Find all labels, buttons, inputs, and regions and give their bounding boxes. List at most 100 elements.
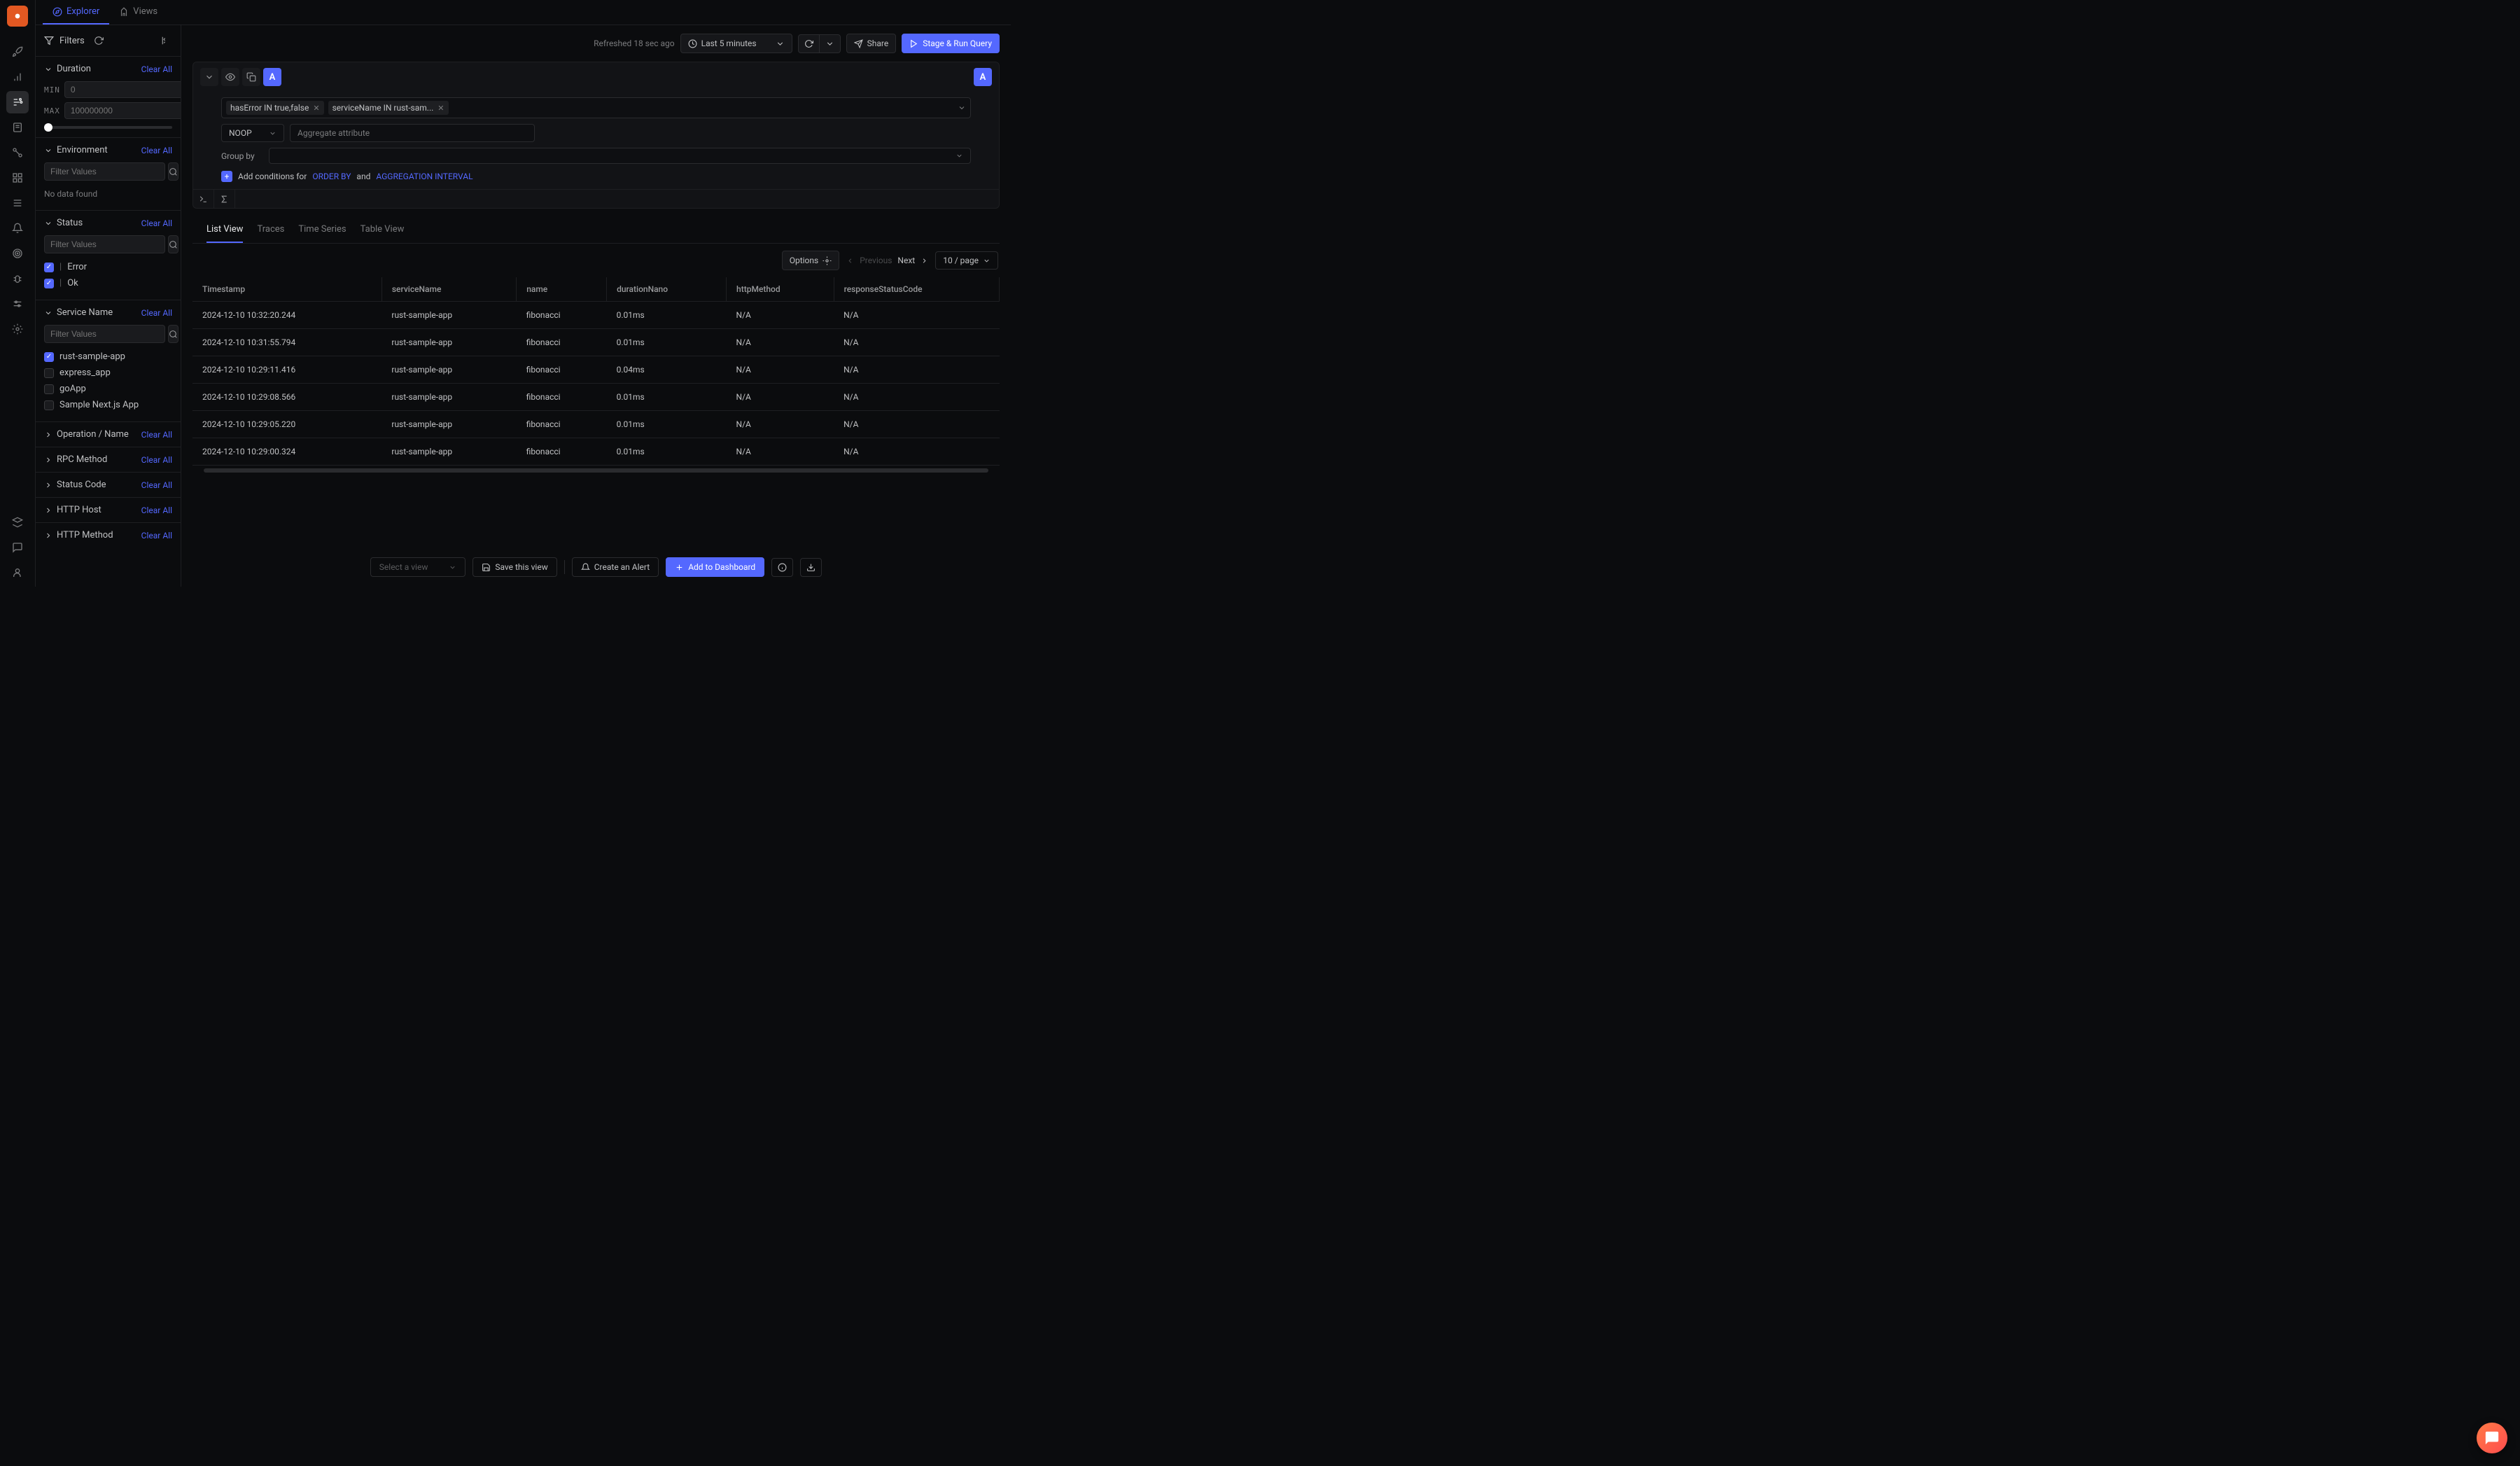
view-tab-table[interactable]: Table View (360, 224, 405, 243)
checkbox[interactable] (44, 352, 54, 362)
add-condition-button[interactable]: + (221, 171, 232, 182)
rail-traces-icon[interactable] (6, 91, 29, 113)
clear-service-name[interactable]: Clear All (141, 308, 172, 318)
rail-comment-icon[interactable] (6, 536, 29, 559)
refresh-filters-button[interactable] (90, 32, 107, 49)
clear-http-method[interactable]: Clear All (141, 531, 172, 540)
rail-logs-icon[interactable] (6, 116, 29, 139)
group-by-select[interactable] (269, 148, 971, 164)
table-row[interactable]: 2024-12-10 10:32:20.244rust-sample-appfi… (192, 302, 1000, 329)
status-search-button[interactable] (168, 235, 178, 253)
duration-slider[interactable] (44, 126, 172, 129)
create-alert-button[interactable]: Create an Alert (572, 557, 659, 577)
refresh-dropdown[interactable] (820, 34, 841, 53)
service-item[interactable]: Sample Next.js App (44, 397, 172, 413)
chevron-down-icon[interactable] (958, 104, 966, 112)
query-copy[interactable] (242, 68, 260, 86)
duration-max-input[interactable] (64, 102, 181, 119)
chip-haserror[interactable]: hasError IN true,false✕ (226, 101, 324, 115)
chevron-right-icon[interactable] (920, 257, 928, 265)
agg-interval-link[interactable]: AGGREGATION INTERVAL (376, 172, 472, 181)
view-tab-list[interactable]: List View (206, 224, 243, 243)
filter-operation-header[interactable]: Operation / Name Clear All (36, 422, 181, 447)
app-logo[interactable] (7, 6, 28, 27)
share-button[interactable]: Share (846, 34, 897, 53)
chat-fab[interactable] (2477, 1423, 2507, 1453)
next-button[interactable]: Next (897, 256, 915, 265)
prev-button[interactable]: Previous (860, 256, 892, 265)
rail-bug-icon[interactable] (6, 267, 29, 290)
service-search[interactable] (44, 325, 165, 343)
horizontal-scrollbar[interactable] (204, 468, 988, 473)
checkbox[interactable] (44, 368, 54, 378)
rail-bar-chart-icon[interactable] (6, 66, 29, 88)
clear-operation[interactable]: Clear All (141, 430, 172, 440)
filter-status-header[interactable]: Status Clear All (36, 211, 181, 235)
clear-duration[interactable]: Clear All (141, 64, 172, 74)
collapse-sidebar-button[interactable] (155, 32, 172, 49)
save-view-button[interactable]: Save this view (472, 557, 556, 577)
order-by-link[interactable]: ORDER BY (312, 172, 351, 181)
view-tab-traces[interactable]: Traces (257, 224, 284, 243)
chip-remove[interactable]: ✕ (438, 104, 444, 113)
chip-servicename[interactable]: serviceName IN rust-sam...✕ (328, 101, 449, 115)
query-badge-a[interactable]: A (263, 68, 281, 86)
clear-http-host[interactable]: Clear All (141, 505, 172, 515)
query-collapse[interactable] (200, 68, 218, 86)
table-row[interactable]: 2024-12-10 10:29:05.220rust-sample-appfi… (192, 411, 1000, 438)
column-header[interactable]: serviceName (382, 277, 516, 302)
filter-rpc-header[interactable]: RPC Method Clear All (36, 447, 181, 472)
query-filter-chips[interactable]: hasError IN true,false✕ serviceName IN r… (221, 97, 971, 118)
filter-http-host-header[interactable]: HTTP Host Clear All (36, 498, 181, 522)
checkbox[interactable] (44, 263, 54, 272)
rail-control-icon[interactable] (6, 293, 29, 315)
rail-list-icon[interactable] (6, 192, 29, 214)
rail-bell-icon[interactable] (6, 217, 29, 239)
page-size-select[interactable]: 10 / page (935, 251, 998, 270)
rail-gear-icon[interactable] (6, 318, 29, 340)
export-button[interactable] (800, 558, 822, 577)
query-visibility[interactable] (221, 68, 239, 86)
rail-dashboard-icon[interactable] (6, 167, 29, 189)
clear-rpc[interactable]: Clear All (141, 455, 172, 465)
rail-layers-icon[interactable] (6, 511, 29, 533)
column-header[interactable]: durationNano (607, 277, 727, 302)
rail-rocket-icon[interactable] (6, 41, 29, 63)
status-item-error[interactable]: |Error (44, 259, 172, 275)
query-foot-terminal[interactable] (193, 190, 214, 208)
agg-function-select[interactable]: NOOP (221, 124, 284, 142)
service-item[interactable]: goApp (44, 381, 172, 397)
status-search[interactable] (44, 235, 165, 253)
clear-status[interactable]: Clear All (141, 218, 172, 228)
table-row[interactable]: 2024-12-10 10:31:55.794rust-sample-appfi… (192, 329, 1000, 356)
column-header[interactable]: Timestamp (192, 277, 382, 302)
service-item[interactable]: rust-sample-app (44, 349, 172, 365)
environment-search-button[interactable] (168, 162, 178, 181)
table-row[interactable]: 2024-12-10 10:29:11.416rust-sample-appfi… (192, 356, 1000, 384)
rail-graph-icon[interactable] (6, 141, 29, 164)
filter-service-name-header[interactable]: Service Name Clear All (36, 300, 181, 325)
add-to-dashboard-button[interactable]: Add to Dashboard (666, 557, 764, 577)
environment-search[interactable] (44, 162, 165, 181)
filter-http-method-header[interactable]: HTTP Method Clear All (36, 523, 181, 547)
query-badge-a-right[interactable]: A (974, 68, 992, 86)
service-search-button[interactable] (168, 325, 178, 343)
refresh-button[interactable] (798, 34, 820, 53)
view-tab-time-series[interactable]: Time Series (298, 224, 346, 243)
options-button[interactable]: Options (782, 251, 840, 270)
rail-target-icon[interactable] (6, 242, 29, 265)
agg-attribute-input[interactable]: Aggregate attribute (290, 124, 535, 142)
query-foot-sigma[interactable] (214, 190, 235, 208)
status-item-ok[interactable]: |Ok (44, 275, 172, 291)
duration-min-input[interactable] (64, 81, 181, 98)
clear-status-code[interactable]: Clear All (141, 480, 172, 490)
tab-explorer[interactable]: Explorer (43, 0, 109, 25)
column-header[interactable]: responseStatusCode (834, 277, 999, 302)
chevron-left-icon[interactable] (846, 257, 854, 265)
clear-environment[interactable]: Clear All (141, 146, 172, 155)
table-row[interactable]: 2024-12-10 10:29:08.566rust-sample-appfi… (192, 384, 1000, 411)
rail-user-icon[interactable] (6, 561, 29, 584)
info-button[interactable] (771, 558, 793, 577)
checkbox[interactable] (44, 384, 54, 394)
column-header[interactable]: httpMethod (727, 277, 834, 302)
